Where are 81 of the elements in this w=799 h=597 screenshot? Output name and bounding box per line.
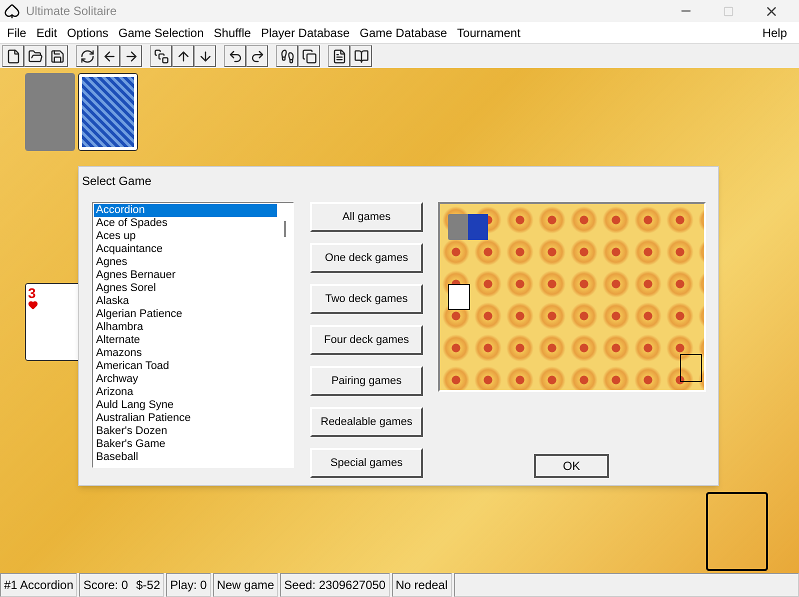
window-title: Ultimate Solitaire (26, 3, 117, 20)
card-rank: 3 (28, 286, 36, 300)
document-button[interactable] (328, 45, 350, 67)
game-list-item[interactable]: Ace of Spades (94, 217, 277, 230)
refresh-icon (80, 48, 94, 64)
redo-icon (250, 48, 264, 64)
game-list-item[interactable]: Arizona (94, 386, 277, 399)
right-arrow-icon (124, 48, 138, 64)
undo-icon (228, 48, 242, 64)
down-arrow-button[interactable] (194, 45, 216, 67)
app-icon (4, 3, 20, 19)
game-list-item[interactable]: Amazons (94, 347, 277, 360)
new-file-icon (6, 48, 20, 64)
filter-button[interactable]: All games (310, 202, 423, 232)
menu-item[interactable]: Edit (31, 24, 62, 42)
menu-item[interactable]: File (2, 24, 32, 42)
game-list-item[interactable]: Agnes (94, 256, 277, 269)
right-arrow-button[interactable] (120, 45, 142, 67)
save-button[interactable] (46, 45, 68, 67)
refresh-button[interactable] (76, 45, 98, 67)
game-list-item[interactable]: Agnes Bernauer (94, 269, 277, 282)
undo-button[interactable] (224, 45, 246, 67)
menu-item[interactable]: Shuffle (208, 24, 256, 42)
filter-button[interactable]: Two deck games (310, 284, 423, 314)
game-list-item[interactable]: Baker's Game (94, 438, 277, 451)
filter-button[interactable]: Special games (310, 448, 423, 478)
stacked-squares-button[interactable] (150, 45, 172, 67)
save-icon (50, 48, 64, 64)
document-icon (332, 48, 346, 64)
card-back[interactable] (78, 73, 138, 151)
stacked-squares-icon (154, 48, 168, 64)
menu-item[interactable]: Options (62, 24, 114, 42)
game-list-item[interactable]: Baker's Dozen (94, 425, 277, 438)
copy-button[interactable] (298, 45, 320, 67)
status-text: Play: 0 (170, 577, 207, 594)
game-list-item[interactable]: Alaska (94, 295, 277, 308)
game-list-item[interactable]: Accordion (94, 204, 277, 217)
book-button[interactable] (350, 45, 372, 67)
filter-button[interactable]: Redealable games (310, 407, 423, 437)
dialog-title: Select Game (81, 173, 152, 190)
game-list-item[interactable]: Archway (94, 373, 277, 386)
game-list-item[interactable]: Baseball (94, 451, 277, 464)
menu-item[interactable]: Tournament (452, 24, 526, 42)
filter-button[interactable]: Pairing games (310, 366, 423, 396)
menu-item[interactable]: Game Selection (113, 24, 209, 42)
left-arrow-button[interactable] (98, 45, 120, 67)
up-arrow-button[interactable] (172, 45, 194, 67)
folder-icon (28, 48, 42, 64)
game-list-item[interactable]: Alternate (94, 334, 277, 347)
game-list[interactable] (92, 202, 294, 468)
game-list-item[interactable]: Agnes Sorel (94, 282, 277, 295)
menu-item[interactable]: Player Database (256, 24, 355, 42)
scroll-thumb[interactable] (284, 221, 286, 237)
status-text: No redeal (396, 577, 448, 594)
status-text: $-52 (136, 577, 160, 594)
footprints-button[interactable] (276, 45, 298, 67)
footprints-icon (280, 48, 294, 64)
down-arrow-icon (198, 48, 212, 64)
folder-button[interactable] (24, 45, 46, 67)
status-text: New game (216, 577, 274, 594)
filter-button[interactable]: One deck games (310, 243, 423, 273)
game-list-item[interactable]: Acquaintance (94, 243, 277, 256)
menu-item[interactable]: Help (752, 24, 797, 42)
status-text: Seed: 2309627050 (284, 577, 386, 594)
menu-item[interactable]: Game Database (354, 24, 452, 42)
redo-button[interactable] (246, 45, 268, 67)
game-list-item[interactable]: Aces up (94, 230, 277, 243)
book-icon (354, 48, 368, 64)
game-list-item[interactable]: Algerian Patience (94, 308, 277, 321)
ok-button[interactable]: OK (534, 454, 609, 478)
game-list-item[interactable]: Alhambra (94, 321, 277, 334)
copy-icon (302, 48, 316, 64)
card-slot[interactable] (706, 492, 768, 571)
status-text: #1 Accordion (4, 577, 74, 594)
game-list-item[interactable]: American Toad (94, 360, 277, 373)
new-file-button[interactable] (2, 45, 24, 67)
game-list-item[interactable]: Australian Patience (94, 412, 277, 425)
filter-button[interactable]: Four deck games (310, 325, 423, 355)
status-text: Score: 0 (83, 577, 128, 594)
game-list-item[interactable]: Auld Lang Syne (94, 399, 277, 412)
heart-icon (28, 300, 38, 310)
